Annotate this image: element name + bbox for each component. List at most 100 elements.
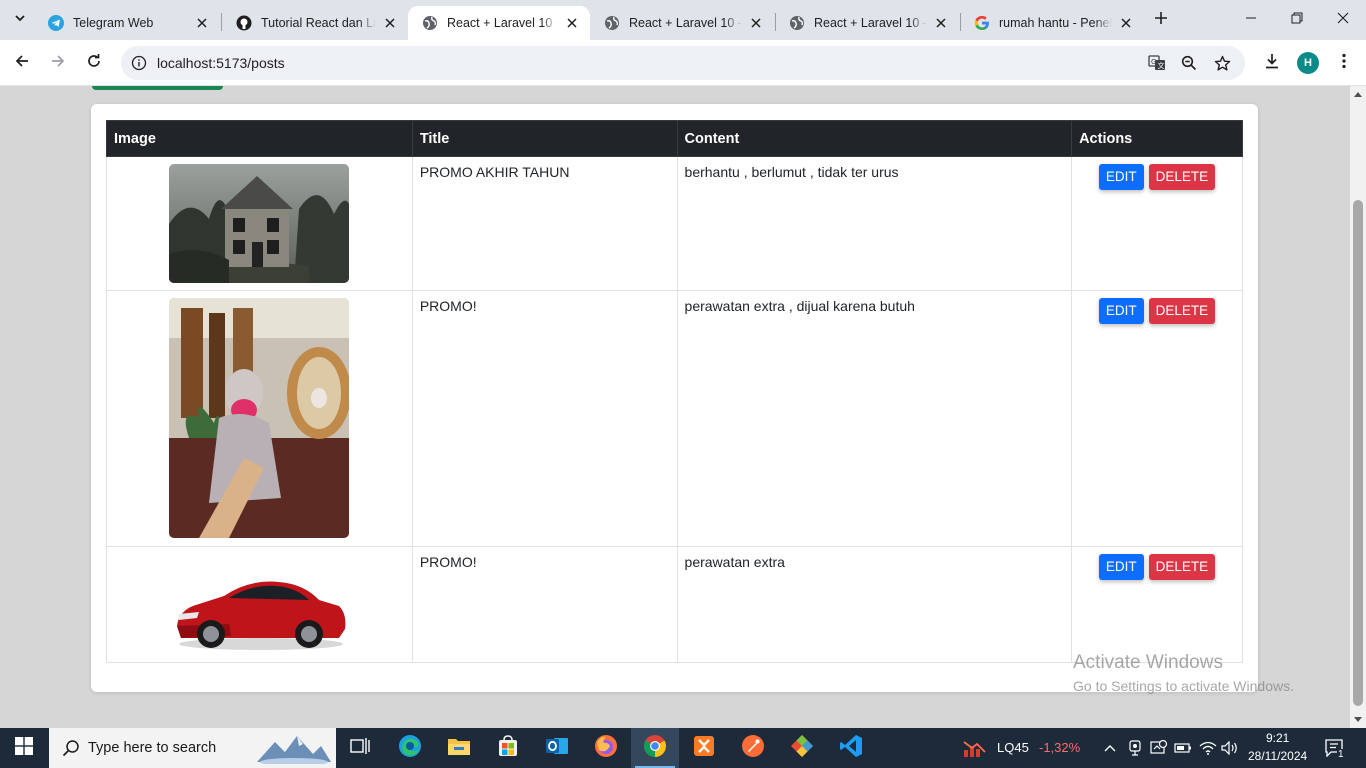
page-scrollbar[interactable]: [1350, 86, 1366, 728]
title-cell: PROMO!: [411, 290, 678, 547]
tab-react-laravel-2[interactable]: React + Laravel 10 - S: [590, 6, 774, 40]
close-icon[interactable]: [933, 15, 949, 31]
site-info-icon[interactable]: [129, 53, 149, 73]
edit-button[interactable]: EDIT: [1098, 164, 1144, 190]
clock-date[interactable]: 28/11/2024: [1248, 749, 1307, 763]
xampp-icon: [693, 735, 715, 762]
downloads-button[interactable]: [1258, 49, 1286, 77]
back-button[interactable]: [8, 49, 36, 77]
stock-chart-icon[interactable]: [962, 738, 988, 758]
taskbar-search-box[interactable]: Type here to search: [49, 728, 336, 768]
edge-icon: [398, 734, 422, 763]
chevron-up-icon[interactable]: [1100, 738, 1120, 758]
content-cell: perawatan extra , dijual karena butuh: [676, 290, 1073, 547]
table-header-row: Image Title Content Actions: [106, 120, 1243, 157]
table-row: PROMO! perawatan extra EDIT DELETE: [106, 546, 1243, 663]
webcam-icon[interactable]: [1125, 738, 1145, 758]
taskbar-app-chrome[interactable]: [631, 728, 679, 768]
bookmark-star-icon[interactable]: [1212, 53, 1232, 73]
tab-label: React + Laravel 10 - S: [814, 16, 927, 30]
close-icon: [1337, 11, 1349, 29]
wifi-icon[interactable]: [1198, 738, 1218, 758]
scrollbar-thumb[interactable]: [1353, 200, 1363, 706]
outlook-icon: [545, 735, 569, 762]
taskbar-app-postman[interactable]: [729, 728, 777, 768]
restore-icon: [1291, 11, 1303, 29]
chevron-down-icon: [14, 11, 26, 29]
new-tab-button[interactable]: [1150, 9, 1172, 31]
taskbar-app-edge[interactable]: [386, 728, 434, 768]
profile-avatar[interactable]: H: [1297, 52, 1319, 74]
updates-icon[interactable]: [1149, 738, 1169, 758]
restore-button[interactable]: [1274, 0, 1320, 40]
actions-cell: EDIT DELETE: [1071, 156, 1243, 291]
search-highlight-image: [257, 732, 331, 766]
volume-icon[interactable]: [1220, 738, 1240, 758]
actions-cell: EDIT DELETE: [1071, 290, 1243, 547]
reload-button[interactable]: [80, 49, 108, 77]
image-cell: [106, 290, 413, 547]
tab-google-search[interactable]: rumah hantu - Penelusuran: [960, 6, 1144, 40]
address-bar[interactable]: localhost:5173/posts G文: [121, 46, 1245, 80]
tab-label: Tutorial React dan Laravel: [261, 16, 376, 30]
edit-button[interactable]: EDIT: [1098, 298, 1144, 324]
tab-search-button[interactable]: [8, 8, 32, 32]
svg-text:文: 文: [1158, 61, 1165, 70]
github-icon: [236, 15, 252, 31]
close-icon[interactable]: [194, 15, 210, 31]
close-icon[interactable]: [564, 15, 580, 31]
column-header-content: Content: [676, 120, 1073, 157]
close-icon[interactable]: [382, 15, 398, 31]
taskbar-app-xampp[interactable]: [680, 728, 728, 768]
search-placeholder: Type here to search: [88, 740, 217, 756]
delete-button[interactable]: DELETE: [1148, 164, 1216, 190]
vscode-icon: [839, 734, 863, 763]
forward-button[interactable]: [44, 49, 72, 77]
close-window-button[interactable]: [1320, 0, 1366, 40]
taskbar-app-outlook[interactable]: [533, 728, 581, 768]
tab-react-laravel-3[interactable]: React + Laravel 10 - S: [775, 6, 959, 40]
google-icon: [974, 15, 990, 31]
tab-tutorial[interactable]: Tutorial React dan Laravel: [222, 6, 408, 40]
taskbar-app-firefox[interactable]: [582, 728, 630, 768]
stock-name: LQ45: [997, 740, 1029, 755]
taskbar-app-vscode[interactable]: [827, 728, 875, 768]
tab-label: React + Laravel 10 - S: [629, 16, 742, 30]
image-cell: [106, 156, 413, 291]
scroll-up-icon[interactable]: [1350, 86, 1366, 102]
clock-time[interactable]: 9:21: [1266, 731, 1289, 745]
url-text: localhost:5173/posts: [157, 55, 285, 71]
tab-react-laravel-active[interactable]: React + Laravel 10 - S: [408, 6, 590, 40]
taskbar-app-store[interactable]: [484, 728, 532, 768]
svg-text:G: G: [1151, 58, 1156, 66]
browser-menu-button[interactable]: [1330, 49, 1358, 77]
posts-table: Image Title Content Actions PROMO AKHIR …: [106, 120, 1243, 663]
taskbar-app-file-explorer[interactable]: [435, 728, 483, 768]
telegram-icon: [48, 15, 64, 31]
person-photo-image: [169, 298, 350, 538]
close-icon[interactable]: [1118, 15, 1134, 31]
title-cell: PROMO AKHIR TAHUN: [411, 156, 678, 291]
delete-button[interactable]: DELETE: [1148, 298, 1216, 324]
task-view-button[interactable]: [336, 728, 384, 768]
delete-button[interactable]: DELETE: [1148, 554, 1216, 580]
close-icon[interactable]: [748, 15, 764, 31]
start-button[interactable]: [0, 728, 48, 768]
minimize-icon: [1245, 11, 1257, 29]
minimize-button[interactable]: [1228, 0, 1274, 40]
download-icon: [1264, 53, 1280, 74]
tab-telegram[interactable]: Telegram Web: [34, 6, 220, 40]
add-post-button[interactable]: [92, 86, 223, 90]
edit-button[interactable]: EDIT: [1098, 554, 1144, 580]
search-icon: [61, 738, 81, 758]
browser-tab-strip: Telegram Web Tutorial React dan Laravel …: [0, 0, 1366, 40]
zoom-icon[interactable]: [1179, 53, 1199, 73]
image-cell: [106, 546, 413, 663]
translate-icon[interactable]: G文: [1147, 53, 1167, 73]
battery-icon[interactable]: [1173, 738, 1193, 758]
globe-icon: [604, 15, 620, 31]
taskbar-app-git[interactable]: [778, 728, 826, 768]
posts-card: Image Title Content Actions PROMO AKHIR …: [91, 104, 1258, 692]
column-header-image: Image: [106, 120, 413, 157]
scroll-down-icon[interactable]: [1350, 712, 1366, 728]
